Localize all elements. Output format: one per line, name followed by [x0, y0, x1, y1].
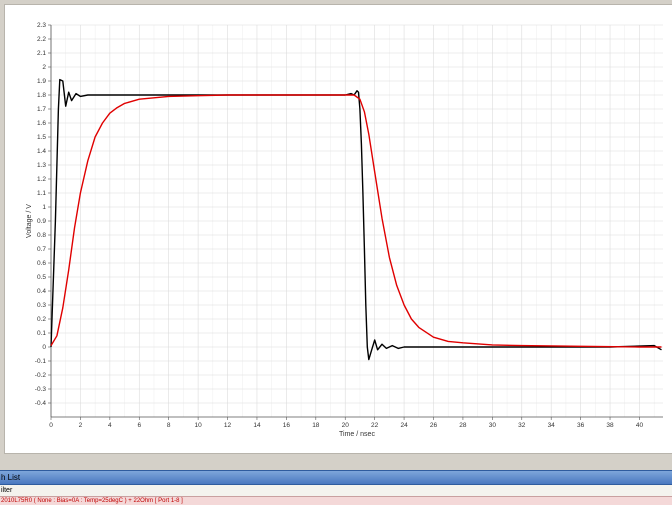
list-item[interactable]: 2010L75R0 ( None : Bias=0A : Temp=25degC… [0, 496, 672, 505]
y-tick-label: 0.8 [37, 232, 46, 239]
filter-label: ilter [1, 487, 13, 494]
grid [50, 24, 663, 417]
y-tick-label: 1.1 [37, 190, 46, 197]
list-item-label: 2010L75R0 ( None : Bias=0A : Temp=25degC… [1, 498, 183, 504]
series-line-0 [50, 78, 662, 361]
y-tick-label: 1.9 [37, 78, 46, 85]
y-tick-label: 0.1 [37, 330, 46, 337]
y-tick-label: 1.4 [37, 148, 46, 155]
y-tick-label: -0.2 [35, 372, 47, 379]
x-tick-label: 22 [371, 422, 379, 429]
x-tick-label: 30 [489, 422, 497, 429]
series [50, 78, 662, 361]
y-tick-label: 2.2 [37, 36, 46, 43]
y-tick-label: 1.3 [37, 162, 46, 169]
x-tick-label: 16 [283, 422, 291, 429]
x-tick-label: 40 [636, 422, 644, 429]
y-tick-label: 0.9 [37, 218, 46, 225]
x-tick-label: 18 [312, 422, 320, 429]
filter-row[interactable]: ilter [0, 485, 672, 496]
x-tick-label: 8 [167, 422, 171, 429]
x-tick-label: 10 [194, 422, 202, 429]
x-tick-label: 28 [459, 422, 467, 429]
tick-labels: 0 2 4 6 8 10 12 14 16 18 20 22 24 26 28 30 32 34 36 38 40-0.… [35, 22, 644, 429]
y-tick-label: 0.2 [37, 316, 46, 323]
x-tick-label: 38 [606, 422, 614, 429]
y-tick-label: 1.8 [37, 92, 46, 99]
x-tick-label: 32 [518, 422, 526, 429]
y-tick-label: 0.5 [37, 274, 46, 281]
y-tick-label: 2.1 [37, 50, 46, 57]
x-tick-label: 2 [79, 422, 83, 429]
voltage-time-chart: 0 2 4 6 8 10 12 14 16 18 20 22 24 26 28 30 32 34 36 38 40-0.… [26, 22, 663, 438]
y-tick-label: 0.3 [37, 302, 46, 309]
y-tick-label: 0.6 [37, 260, 46, 267]
x-axis-label: Time / nsec [339, 431, 375, 438]
y-tick-label: -0.1 [35, 358, 47, 365]
y-tick-label: 0.4 [37, 288, 46, 295]
bottom-panel: h List ilter 2010L75R0 ( None : Bias=0A … [0, 470, 672, 505]
x-tick-label: 6 [137, 422, 141, 429]
x-tick-label: 0 [49, 422, 53, 429]
x-tick-label: 34 [548, 422, 556, 429]
y-tick-label: 1.7 [37, 106, 46, 113]
x-tick-label: 4 [108, 422, 112, 429]
x-tick-label: 26 [430, 422, 438, 429]
y-tick-label: 1.2 [37, 176, 46, 183]
y-tick-label: 0 [42, 344, 46, 351]
x-tick-label: 24 [400, 422, 408, 429]
x-tick-label: 12 [224, 422, 232, 429]
x-tick-label: 14 [253, 422, 261, 429]
x-tick-label: 20 [342, 422, 350, 429]
x-tick-label: 36 [577, 422, 585, 429]
y-tick-label: 1.5 [37, 134, 46, 141]
y-tick-label: -0.4 [35, 400, 47, 407]
y-tick-label: 2.3 [37, 22, 46, 29]
list-panel-title: h List [1, 473, 21, 482]
y-axis-label: Voltage / V [26, 204, 33, 238]
plot-panel: 0 2 4 6 8 10 12 14 16 18 20 22 24 26 28 30 32 34 36 38 40 -0.… [4, 4, 672, 454]
y-tick-label: 1.6 [37, 120, 46, 127]
y-tick-label: 2 [42, 64, 46, 71]
list-panel-header[interactable]: h List [0, 470, 672, 485]
y-tick-label: 1 [42, 204, 46, 211]
y-tick-label: -0.3 [35, 386, 47, 393]
y-tick-label: 0.7 [37, 246, 46, 253]
